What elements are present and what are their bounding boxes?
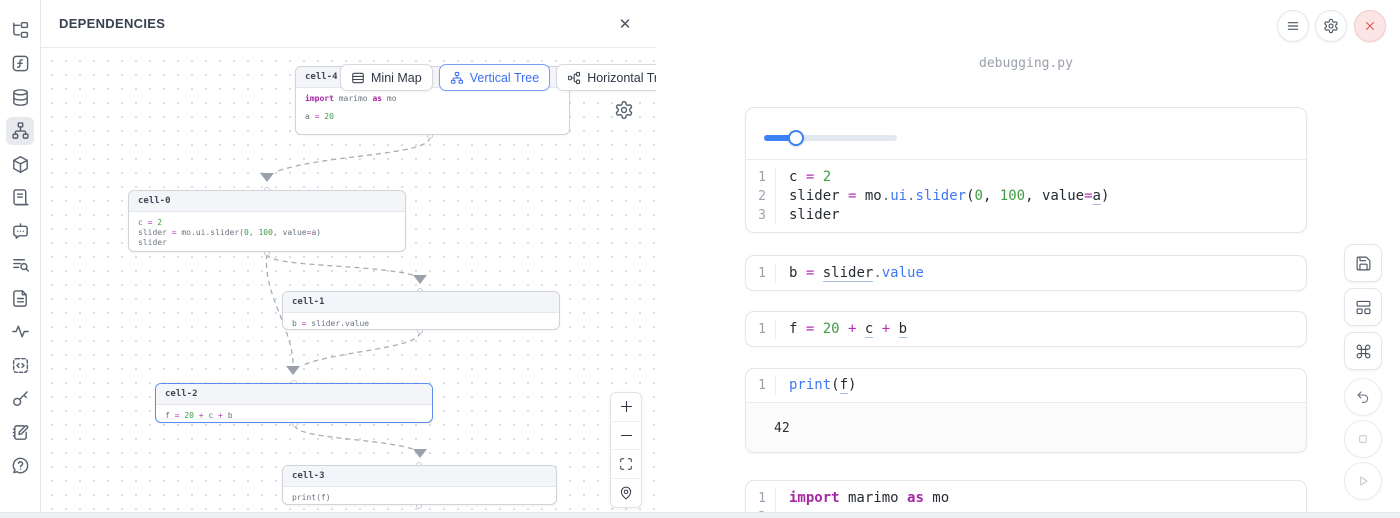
graph-node-cell-1[interactable]: cell-1 b = slider.value (282, 291, 560, 330)
horizontal-tree-icon (567, 71, 581, 85)
locate-button[interactable] (611, 479, 641, 508)
notebook-cell: 1print(f) 42 (745, 368, 1307, 453)
cell-output: 42 (746, 402, 1306, 453)
package-icon (11, 155, 30, 174)
fit-view-icon (619, 457, 633, 471)
notebook-close-button[interactable] (1354, 10, 1386, 42)
sidebar-item-dependencies[interactable] (6, 117, 34, 145)
panel-title: DEPENDENCIES (59, 16, 165, 31)
run-button[interactable] (1344, 462, 1382, 500)
scratchpad-icon (11, 423, 30, 442)
slider-output-area (746, 108, 1306, 160)
fit-view-button[interactable] (611, 450, 641, 479)
function-icon (11, 54, 30, 73)
graph-view-toolbar: Mini Map Vertical Tree Horizontal Tree (340, 64, 656, 91)
notebook-area: debugging.py 1c = 22slider = mo.ui.slide… (657, 0, 1400, 518)
slider-widget[interactable] (764, 135, 897, 141)
command-icon (1355, 343, 1372, 360)
node-code: print(f) (283, 487, 556, 505)
sidebar-item-functions[interactable] (6, 50, 34, 78)
node-title: cell-2 (156, 384, 432, 405)
sidebar-item-tracing[interactable] (6, 318, 34, 346)
scroll-icon (11, 188, 30, 207)
graph-settings-gear-icon[interactable] (614, 100, 636, 122)
stop-button[interactable] (1344, 420, 1382, 458)
sidebar-item-file-tree[interactable] (6, 16, 34, 44)
activity-icon (11, 322, 30, 341)
sidebar-item-packages[interactable] (6, 150, 34, 178)
notebook-filename[interactable]: debugging.py (745, 56, 1307, 71)
dependencies-header: DEPENDENCIES ✕ (41, 0, 656, 48)
node-title: cell-3 (283, 466, 556, 487)
save-button[interactable] (1344, 244, 1382, 282)
zoom-out-button[interactable] (611, 422, 641, 451)
undo-button[interactable] (1344, 378, 1382, 416)
minus-icon (619, 428, 634, 443)
code-editor[interactable]: 1c = 22slider = mo.ui.slider(0, 100, val… (746, 160, 1306, 233)
menu-icon (1285, 18, 1301, 34)
save-icon (1355, 255, 1372, 272)
horizontal-tree-button[interactable]: Horizontal Tree (556, 64, 656, 91)
rows-icon (351, 71, 365, 85)
map-pin-icon (619, 486, 633, 500)
code-editor[interactable]: 1print(f) (746, 369, 1306, 402)
notebook-settings-button[interactable] (1315, 10, 1347, 42)
stop-icon (1355, 431, 1371, 447)
sidebar-item-files[interactable] (6, 284, 34, 312)
sidebar-item-help[interactable] (6, 452, 34, 480)
node-title: cell-0 (129, 191, 405, 212)
graph-node-cell-0[interactable]: cell-0 c = 2slider = mo.ui.slider(0, 100… (128, 190, 406, 252)
document-icon (11, 289, 30, 308)
node-title: cell-1 (283, 292, 559, 313)
close-panel-icon[interactable]: ✕ (614, 13, 636, 35)
sidebar-item-logs[interactable] (6, 251, 34, 279)
zoom-controls (610, 392, 642, 508)
sidebar-item-snippets[interactable] (6, 351, 34, 379)
notebook-menu-button[interactable] (1277, 10, 1309, 42)
help-icon (11, 456, 30, 475)
vertical-tree-icon (450, 71, 464, 85)
graph-node-cell-2[interactable]: cell-2 f = 20 + c + b (155, 383, 433, 423)
plus-icon (619, 399, 634, 414)
node-code: import marimo as moa = 20 (296, 88, 569, 134)
sidebar-rail (0, 0, 41, 518)
minimap-button[interactable]: Mini Map (340, 64, 433, 91)
snippets-icon (11, 356, 30, 375)
node-code: f = 20 + c + b (156, 405, 432, 423)
layout-button[interactable] (1344, 288, 1382, 326)
node-code: b = slider.value (283, 313, 559, 330)
dependency-graph-canvas[interactable]: cell-4 import marimo as moa = 20 cell-0 … (41, 48, 656, 518)
slider-handle[interactable] (788, 130, 804, 146)
marimo-app: DEPENDENCIES ✕ (0, 0, 1400, 518)
dependencies-panel: DEPENDENCIES ✕ (41, 0, 656, 518)
layout-icon (1355, 299, 1372, 316)
settings-gear-icon (1323, 18, 1339, 34)
sidebar-item-datasources[interactable] (6, 83, 34, 111)
close-icon (1363, 19, 1377, 33)
chat-icon (11, 222, 30, 241)
notebook-cell: 1b = slider.value (745, 255, 1307, 291)
graph-node-cell-3[interactable]: cell-3 print(f) (282, 465, 557, 505)
run-play-icon (1355, 473, 1371, 489)
code-editor[interactable]: 1b = slider.value (746, 256, 1306, 291)
node-code: c = 2slider = mo.ui.slider(0, 100, value… (129, 212, 405, 252)
sidebar-item-scratchpad[interactable] (6, 418, 34, 446)
database-icon (11, 88, 30, 107)
dependency-graph-icon (11, 121, 30, 140)
sidebar-item-secrets[interactable] (6, 385, 34, 413)
list-search-icon (11, 255, 30, 274)
vertical-tree-button[interactable]: Vertical Tree (439, 64, 550, 91)
sidebar-item-documentation[interactable] (6, 184, 34, 212)
shortcuts-button[interactable] (1344, 332, 1382, 370)
key-icon (11, 389, 30, 408)
zoom-in-button[interactable] (611, 393, 641, 422)
window-bottom-edge (0, 512, 1400, 518)
notebook-cell: 1f = 20 + c + b (745, 311, 1307, 347)
file-tree-icon (11, 21, 30, 40)
notebook-cell: 1c = 22slider = mo.ui.slider(0, 100, val… (745, 107, 1307, 233)
undo-icon (1355, 389, 1371, 405)
sidebar-item-chat[interactable] (6, 217, 34, 245)
code-editor[interactable]: 1f = 20 + c + b (746, 312, 1306, 347)
